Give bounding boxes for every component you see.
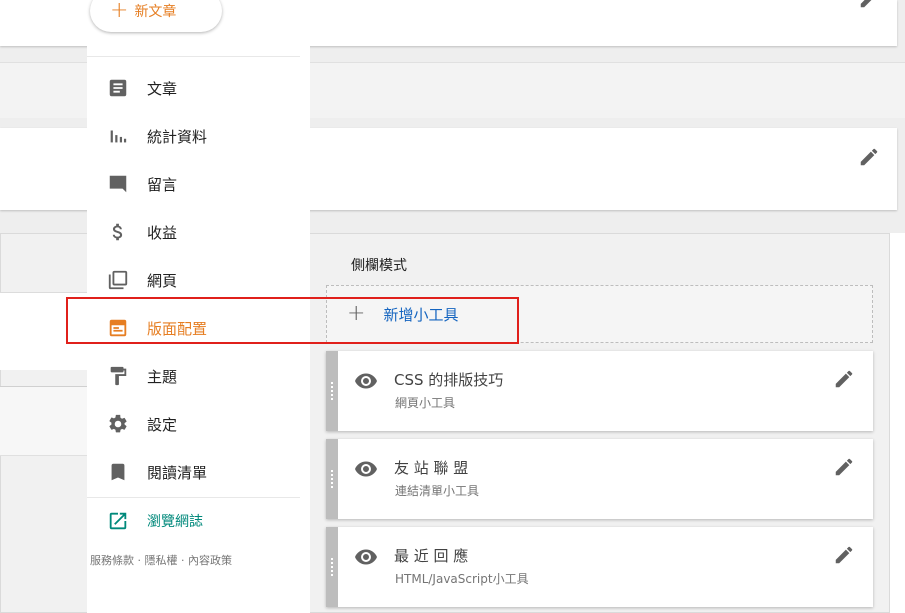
- gadget-title: 最 近 回 應: [394, 547, 469, 565]
- gadget-type: 連結清單小工具: [395, 484, 480, 498]
- article-icon: [107, 77, 129, 99]
- sidebar-item-theme[interactable]: 主題: [87, 353, 310, 399]
- drag-handle[interactable]: [326, 351, 338, 431]
- sidebar-item-label: 文章: [147, 79, 178, 98]
- comment-icon: [107, 173, 129, 195]
- edit-pencil-icon[interactable]: [833, 544, 855, 566]
- pages-icon: [107, 269, 129, 291]
- gear-icon: [107, 413, 129, 435]
- eye-icon[interactable]: [354, 369, 378, 393]
- bookmark-icon: [107, 461, 129, 483]
- highlight-box: [66, 297, 519, 344]
- gadget-card[interactable]: 友 站 聯 盟 連結清單小工具: [326, 439, 873, 519]
- edit-pencil-icon[interactable]: [858, 146, 880, 168]
- plus-icon: +: [110, 0, 129, 23]
- sidebar-item-label: 留言: [147, 175, 178, 194]
- edit-pencil-icon[interactable]: [833, 456, 855, 478]
- drag-handle[interactable]: [326, 527, 338, 607]
- sidebar-item-settings[interactable]: 設定: [87, 401, 310, 447]
- sidebar-item-label: 設定: [147, 415, 178, 434]
- eye-icon[interactable]: [354, 457, 378, 481]
- open-in-new-icon: [107, 510, 129, 532]
- gadget-card[interactable]: 最 近 回 應 HTML/JavaScript小工具: [326, 527, 873, 607]
- sidebar-item-earnings[interactable]: 收益: [87, 209, 310, 255]
- sidebar-item-stats[interactable]: 統計資料: [87, 113, 310, 159]
- sidebar-item-reading-list[interactable]: 閱讀清單: [87, 449, 310, 495]
- paint-roller-icon: [107, 365, 129, 387]
- sidebar-item-label: 網頁: [147, 271, 178, 290]
- gadget-title: 友 站 聯 盟: [394, 459, 469, 477]
- sidebar-item-comments[interactable]: 留言: [87, 161, 310, 207]
- drag-handle[interactable]: [326, 439, 338, 519]
- edit-pencil-icon[interactable]: [833, 368, 855, 390]
- dollar-icon: [107, 221, 129, 243]
- gadget-type: HTML/JavaScript小工具: [395, 572, 529, 586]
- eye-icon[interactable]: [354, 545, 378, 569]
- divider: [87, 56, 300, 57]
- view-blog-link[interactable]: 瀏覽網誌: [87, 498, 310, 544]
- gadget-type: 網頁小工具: [395, 396, 456, 410]
- edit-pencil-icon[interactable]: [858, 0, 880, 10]
- page-edge: [890, 233, 905, 613]
- new-post-button[interactable]: + 新文章: [90, 0, 222, 32]
- sidebar-item-label: 收益: [147, 223, 178, 242]
- footer-links[interactable]: 服務條款 · 隱私權 · 內容政策: [90, 552, 232, 568]
- view-blog-label: 瀏覽網誌: [147, 514, 203, 530]
- stats-icon: [107, 125, 129, 147]
- gadget-title: CSS 的排版技巧: [394, 371, 504, 389]
- sidebar-item-label: 主題: [147, 367, 178, 386]
- sidebar-item-label: 閱讀清單: [147, 463, 208, 482]
- sidebar-item-label: 統計資料: [147, 127, 208, 146]
- sidebar-mode-title: 側欄模式: [351, 258, 407, 274]
- gadget-card[interactable]: CSS 的排版技巧 網頁小工具: [326, 351, 873, 431]
- new-post-label: 新文章: [134, 4, 177, 20]
- sidebar-item-posts[interactable]: 文章: [87, 65, 310, 111]
